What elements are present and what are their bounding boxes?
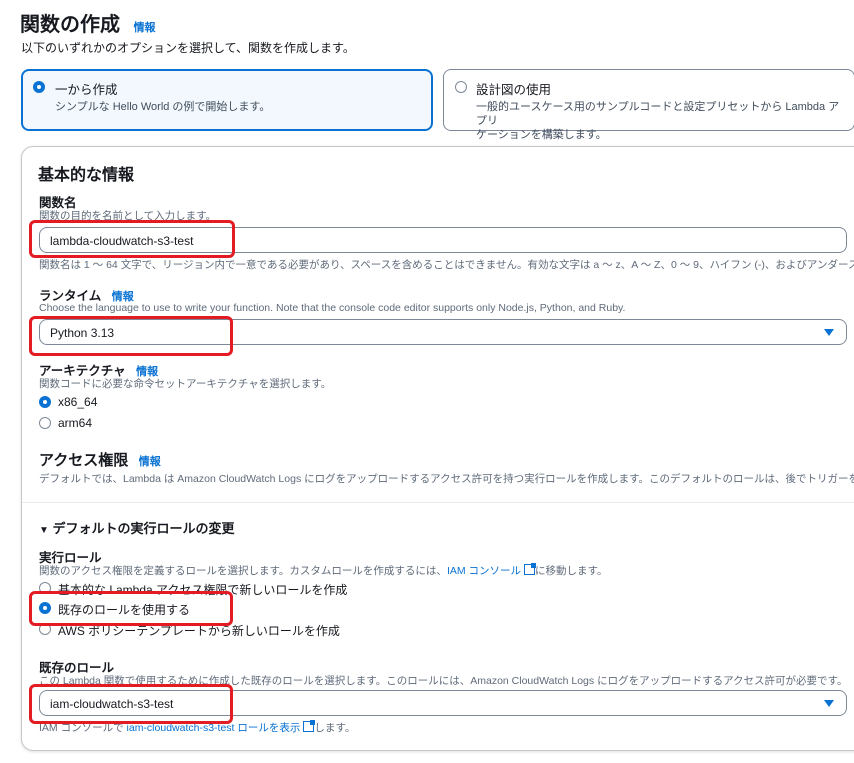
page-subtitle: 以下のいずれかのオプションを選択して、関数を作成します。 [21,41,355,55]
title-info-link[interactable]: 情報 [134,22,156,34]
exec-role-desc-pre: 関数のアクセス権限を定義するロールを選択します。カスタムロールを作成するには、 [39,565,447,577]
page-title-text: 関数の作成 [20,14,120,36]
blueprint-radio[interactable] [455,81,467,93]
role-expander-label: デフォルトの実行ロールの変更 [52,521,235,536]
arch-arm-radio[interactable] [39,417,51,429]
external-link-icon [303,720,316,732]
external-link-icon [524,563,537,575]
highlight-runtime [29,316,233,356]
blueprint-title: 設計図の使用 [476,83,552,97]
page-title: 関数の作成 情報 [20,8,156,37]
iam-console-link[interactable]: IAM コンソール [447,565,521,577]
permissions-desc: デフォルトでは、Lambda は Amazon CloudWatch Logs … [39,473,854,485]
caret-down-icon: ▼ [39,525,49,536]
function-name-constraint: 関数名は 1 ～ 64 文字で、リージョン内で一意である必要があり、スペースを含… [39,259,854,271]
option-use-blueprint[interactable]: 設計図の使用 一般的ユースケース用のサンプルコードと設定プリセットから Lamb… [443,69,854,141]
runtime-desc: Choose the language to use to write your… [39,302,626,314]
role-expander[interactable]: ▼ デフォルトの実行ロールの変更 [39,518,235,537]
exec-role-desc: 関数のアクセス権限を定義するロールを選択します。カスタムロールを作成するには、I… [39,563,607,578]
basic-info-title: 基本的な情報 [38,167,135,184]
chevron-down-icon [824,329,834,336]
arch-x86-label: x86_64 [58,395,98,409]
divider [22,502,854,503]
highlight-existing-role-option [29,591,233,626]
option-author-from-scratch[interactable]: 一から作成 シンプルな Hello World の例で開始します。 [21,69,433,131]
scratch-radio[interactable] [33,81,45,93]
scratch-title: 一から作成 [55,83,118,97]
highlight-existing-role-select [29,684,233,724]
permissions-info-link[interactable]: 情報 [139,456,161,468]
blueprint-desc-line2: ケーションを構築します。 [476,129,607,141]
permissions-title-row: アクセス権限 情報 [39,449,161,470]
architecture-desc: 関数コードに必要な命令セットアーキテクチャを選択します。 [39,378,332,390]
chevron-down-icon [824,700,834,707]
arch-x86-radio[interactable] [39,396,51,408]
scratch-desc: シンプルな Hello World の例で開始します。 [55,101,271,113]
view-role-post: します。 [314,722,356,734]
exec-role-desc-post: に移動します。 [535,565,608,577]
highlight-function-name [29,220,235,258]
permissions-title: アクセス権限 [39,452,129,469]
runtime-label: ランタイム [39,289,102,303]
blueprint-desc-line1: 一般的ユースケース用のサンプルコードと設定プリセットから Lambda アプリ [476,101,840,127]
arch-arm-label: arm64 [58,416,93,430]
